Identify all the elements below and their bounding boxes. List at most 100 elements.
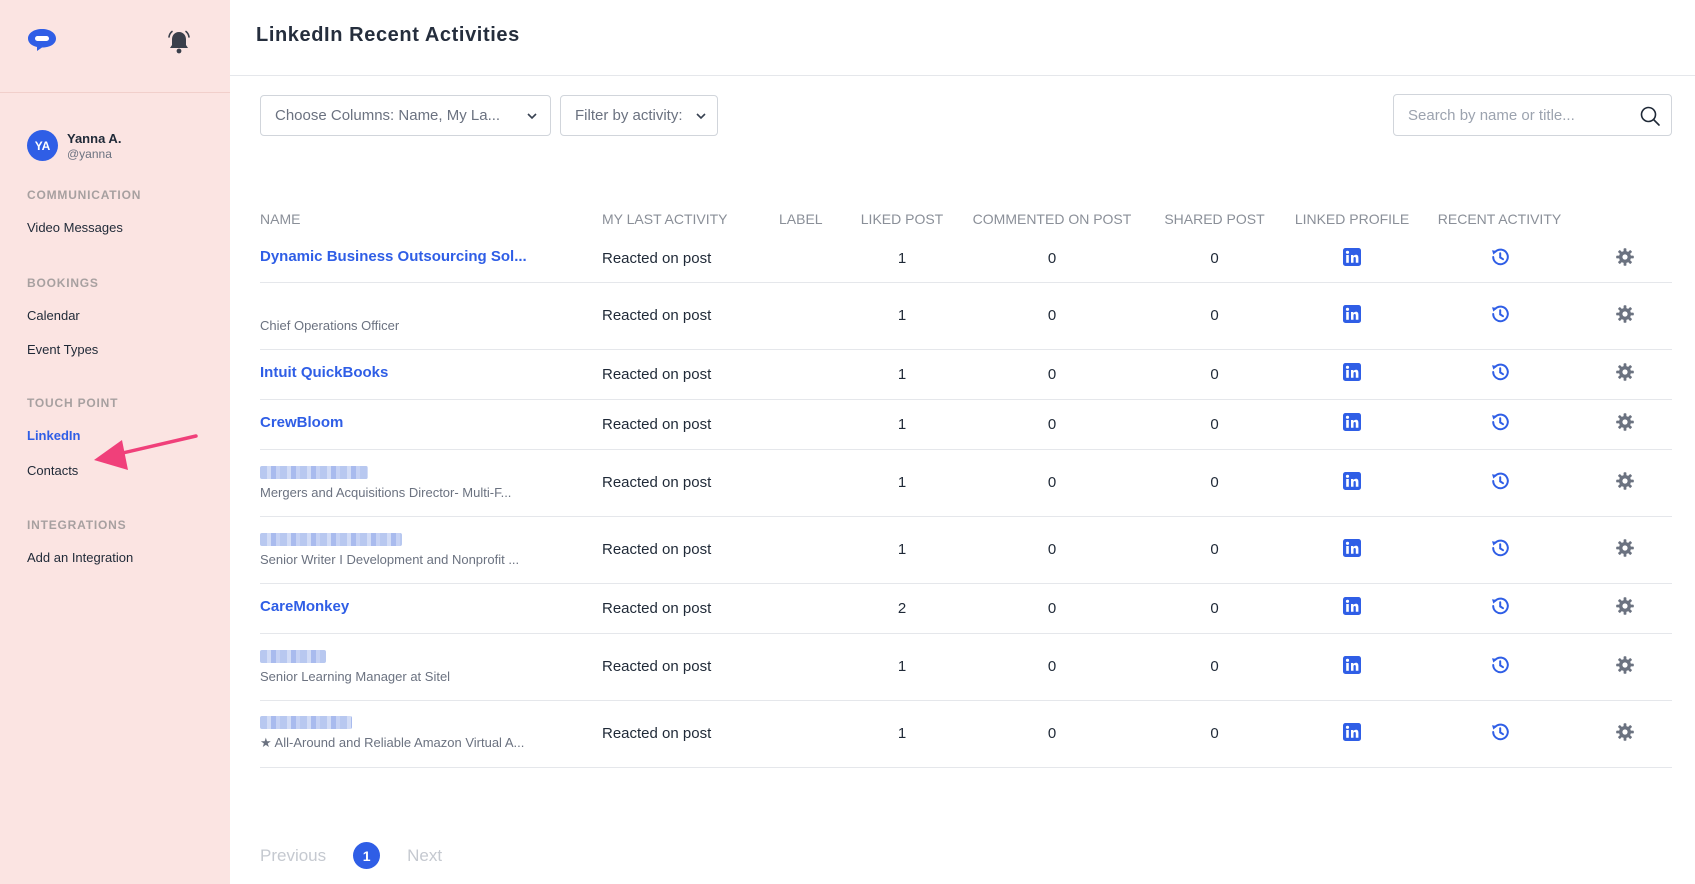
cell-commented: 0 (957, 449, 1147, 517)
table-row[interactable]: ★ All-Around and Reliable Amazon Virtual… (260, 700, 1672, 768)
cell-last-activity: Reacted on post (602, 349, 779, 400)
activity-filter-select[interactable]: Filter by activity: (560, 95, 718, 136)
history-icon[interactable] (1489, 654, 1511, 680)
cell-recent-activity (1422, 449, 1577, 517)
cell-commented: 0 (957, 583, 1147, 634)
cell-name: Senior Writer I Development and Nonprofi… (260, 516, 602, 584)
cell-name: ★ All-Around and Reliable Amazon Virtual… (260, 700, 602, 768)
sidebar-item-calendar[interactable]: Calendar (27, 308, 80, 323)
cell-shared: 0 (1147, 700, 1282, 768)
col-header-label[interactable]: LABEL (779, 202, 847, 236)
pagination-previous[interactable]: Previous (260, 846, 326, 866)
user-profile[interactable]: YA Yanna A. @yanna (27, 130, 121, 161)
gear-icon[interactable] (1615, 304, 1635, 328)
col-header-commented[interactable]: COMMENTED ON POST (957, 202, 1147, 236)
search-input[interactable] (1408, 95, 1638, 135)
cell-liked-post: 1 (847, 282, 957, 350)
linkedin-icon[interactable] (1342, 596, 1362, 620)
gear-icon[interactable] (1615, 655, 1635, 679)
sidebar-item-contacts[interactable]: Contacts (27, 463, 78, 478)
redacted-name[interactable] (260, 716, 352, 729)
cell-label (779, 236, 847, 283)
sidebar-item-linkedin[interactable]: LinkedIn (27, 428, 80, 443)
col-header-recent-activity[interactable]: RECENT ACTIVITY (1422, 202, 1577, 236)
cell-name: Senior Learning Manager at Sitel (260, 633, 602, 701)
col-header-name[interactable]: NAME (260, 202, 602, 236)
bell-icon[interactable] (167, 29, 191, 55)
cell-commented: 0 (957, 633, 1147, 701)
table-row[interactable]: Intuit QuickBooks Reacted on post 1 0 0 (260, 349, 1672, 400)
cell-label (779, 282, 847, 350)
cell-shared: 0 (1147, 399, 1282, 450)
cell-last-activity: Reacted on post (602, 583, 779, 634)
history-icon[interactable] (1489, 537, 1511, 563)
redacted-name[interactable] (260, 532, 402, 546)
contact-name-link[interactable]: Intuit QuickBooks (260, 364, 388, 381)
pointer-arrow-icon (94, 434, 198, 470)
pagination: Previous 1 Next (260, 842, 442, 869)
sidebar-item-event-types[interactable]: Event Types (27, 342, 98, 357)
cell-shared: 0 (1147, 583, 1282, 634)
cell-liked-post: 1 (847, 516, 957, 584)
pagination-next[interactable]: Next (407, 846, 442, 866)
linkedin-icon[interactable] (1342, 538, 1362, 562)
cell-label (779, 516, 847, 584)
linkedin-icon[interactable] (1342, 412, 1362, 436)
table-row[interactable]: CrewBloom Reacted on post 1 0 0 (260, 399, 1672, 450)
gear-icon[interactable] (1615, 412, 1635, 436)
chevron-down-icon (527, 113, 537, 120)
col-header-liked-post[interactable]: LIKED POST (847, 202, 957, 236)
col-header-shared[interactable]: SHARED POST (1147, 202, 1282, 236)
cell-last-activity: Reacted on post (602, 449, 779, 517)
table-row[interactable]: Dynamic Business Outsourcing Sol... React… (260, 236, 1672, 283)
cell-recent-activity (1422, 516, 1577, 584)
col-header-last-activity[interactable]: MY LAST ACTIVITY (602, 202, 779, 236)
history-icon[interactable] (1489, 470, 1511, 496)
table-row[interactable]: CareMonkey Reacted on post 2 0 0 (260, 583, 1672, 634)
history-icon[interactable] (1489, 411, 1511, 437)
history-icon[interactable] (1489, 246, 1511, 272)
gear-icon[interactable] (1615, 538, 1635, 562)
sidebar: YA Yanna A. @yanna COMMUNICATION Video M… (0, 0, 230, 884)
linkedin-icon[interactable] (1342, 722, 1362, 746)
cell-settings (1577, 516, 1672, 584)
cell-liked-post: 1 (847, 633, 957, 701)
linkedin-icon[interactable] (1342, 471, 1362, 495)
history-icon[interactable] (1489, 595, 1511, 621)
search-box[interactable] (1393, 94, 1672, 136)
chat-logo-icon[interactable] (27, 28, 57, 52)
gear-icon[interactable] (1615, 596, 1635, 620)
cell-liked-post: 1 (847, 449, 957, 517)
contact-name-link[interactable]: Dynamic Business Outsourcing Sol... (260, 248, 527, 265)
gear-icon[interactable] (1615, 362, 1635, 386)
table-row[interactable]: Senior Writer I Development and Nonprofi… (260, 516, 1672, 584)
linkedin-icon[interactable] (1342, 362, 1362, 386)
contact-name-link[interactable]: CareMonkey (260, 598, 349, 615)
linkedin-icon[interactable] (1342, 655, 1362, 679)
history-icon[interactable] (1489, 721, 1511, 747)
linkedin-icon[interactable] (1342, 247, 1362, 271)
redacted-name[interactable] (260, 649, 326, 663)
history-icon[interactable] (1489, 303, 1511, 329)
sidebar-item-video-messages[interactable]: Video Messages (27, 220, 123, 235)
sidebar-item-add-integration[interactable]: Add an Integration (27, 550, 133, 565)
table-row[interactable]: Mergers and Acquisitions Director- Multi… (260, 449, 1672, 517)
cell-recent-activity (1422, 700, 1577, 768)
cell-label (779, 633, 847, 701)
cell-label (779, 449, 847, 517)
history-icon[interactable] (1489, 361, 1511, 387)
table-row[interactable]: Senior Learning Manager at Sitel Reacted … (260, 633, 1672, 701)
gear-icon[interactable] (1615, 722, 1635, 746)
linkedin-icon[interactable] (1342, 304, 1362, 328)
pagination-page-current[interactable]: 1 (353, 842, 381, 869)
gear-icon[interactable] (1615, 247, 1635, 271)
table-row[interactable]: Chief Operations Officer Reacted on post 1… (260, 282, 1672, 350)
search-icon[interactable] (1639, 105, 1661, 127)
gear-icon[interactable] (1615, 471, 1635, 495)
contact-name-link[interactable]: CrewBloom (260, 414, 343, 431)
redacted-name[interactable] (260, 465, 368, 479)
activity-filter-value: Filter by activity: (575, 107, 683, 124)
columns-select[interactable]: Choose Columns: Name, My La... (260, 95, 551, 136)
col-header-linked-profile[interactable]: LINKED PROFILE (1282, 202, 1422, 236)
cell-name: CrewBloom (260, 399, 602, 450)
